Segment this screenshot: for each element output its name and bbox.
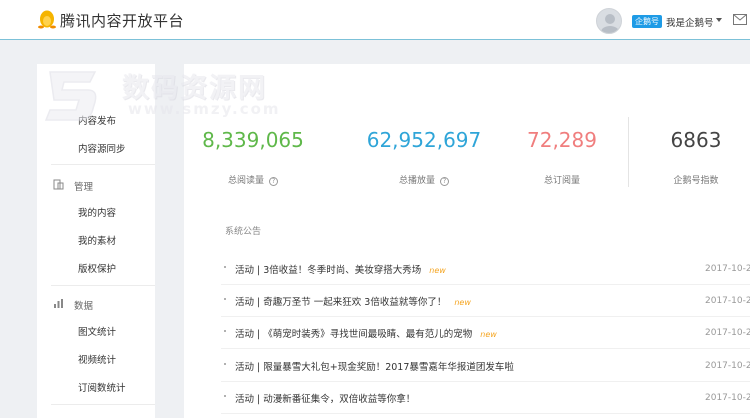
chevron-down-icon[interactable] — [716, 18, 722, 22]
user-avatar-icon — [601, 14, 619, 33]
stat-penguin-index-value: 6863 — [670, 128, 722, 152]
sidebar-item-video-stats[interactable]: 视频统计 — [78, 352, 116, 366]
top-header: 腾讯内容开放平台 企鹅号 我是企鹅号 — [0, 0, 750, 40]
avatar[interactable] — [596, 8, 622, 34]
sidebar-item-copyright[interactable]: 版权保护 — [78, 261, 116, 275]
sidebar: 内容发布 内容源同步 管理 我的内容 我的素材 版权保护 数据 图文统计 视频统… — [37, 64, 155, 418]
sidebar-divider — [51, 404, 155, 405]
notice-item[interactable]: 活动 | 奇趣万圣节 一起来狂欢 3倍收益就等你了！ new 2017-10-24 — [221, 285, 750, 317]
bullet-dot — [224, 395, 226, 397]
notice-text[interactable]: 活动 | 动漫新番征集令，双倍收益等你拿！ — [235, 391, 415, 405]
stat-label-text: 总阅读量 — [227, 176, 264, 186]
stat-penguin-index-label: 企鹅号指数 — [673, 176, 719, 186]
account-type-badge: 企鹅号 — [632, 15, 662, 28]
main-panel: 8,339,065 总阅读量? 62,952,697 总播放量? 72,289 … — [184, 64, 750, 418]
notice-text[interactable]: 活动 | 限量暴雪大礼包+现金奖励！2017暴雪嘉年华报道团发车啦 — [235, 359, 514, 373]
notice-date: 2017-10-23 — [705, 361, 750, 371]
sidebar-item-sync[interactable]: 内容源同步 — [78, 141, 126, 155]
stat-total-reads-value: 8,339,065 — [202, 128, 304, 152]
help-icon[interactable]: ? — [269, 177, 278, 186]
stat-total-plays-value: 62,952,697 — [366, 128, 482, 152]
sidebar-item-subscriber-stats[interactable]: 订阅数统计 — [78, 380, 126, 394]
notice-item[interactable]: 活动 | 《萌宠时装秀》寻找世间最吸睛、最有范儿的宠物 new 2017-10-2… — [221, 317, 750, 349]
notices-title: 系统公告 — [225, 227, 262, 237]
notice-date: 2017-10-20 — [705, 393, 750, 403]
help-icon[interactable]: ? — [440, 177, 449, 186]
new-badge: new — [454, 298, 471, 307]
sidebar-item-article-stats[interactable]: 图文统计 — [78, 324, 116, 338]
new-badge: new — [429, 266, 446, 275]
sidebar-item-publish[interactable]: 内容发布 — [78, 113, 116, 127]
notice-date: 2017-10-25 — [705, 264, 750, 274]
notice-date: 2017-10-24 — [705, 296, 750, 306]
notice-item[interactable]: 活动 | 动漫新番征集令，双倍收益等你拿！ 2017-10-20 — [221, 382, 750, 414]
stat-label-text: 总播放量 — [398, 176, 435, 186]
bullet-dot — [224, 363, 226, 365]
bullet-dot — [224, 298, 226, 300]
stat-total-plays-label: 总播放量? — [354, 173, 494, 186]
bar-chart-icon — [54, 299, 63, 308]
notice-text[interactable]: 活动 | 《萌宠时装秀》寻找世间最吸睛、最有范儿的宠物 new — [235, 326, 497, 340]
sidebar-group-data: 数据 — [74, 301, 94, 312]
bullet-dot — [224, 266, 226, 268]
account-name[interactable]: 我是企鹅号 — [666, 15, 714, 29]
notice-text-content[interactable]: 活动 | 动漫新番征集令，双倍收益等你拿！ — [235, 394, 415, 405]
notice-text[interactable]: 活动 | 奇趣万圣节 一起来狂欢 3倍收益就等你了！ new — [235, 294, 471, 308]
sidebar-item-my-assets[interactable]: 我的素材 — [78, 233, 116, 247]
mail-icon[interactable] — [733, 14, 747, 25]
stat-total-reads-label: 总阅读量? — [183, 173, 323, 186]
notice-text[interactable]: 活动 | 3倍收益！冬季时尚、美妆穿搭大秀场 new — [235, 262, 446, 276]
notice-item[interactable]: 活动 | 限量暴雪大礼包+现金奖励！2017暴雪嘉年华报道团发车啦 2017-1… — [221, 350, 750, 382]
notice-text-content[interactable]: 活动 | 《萌宠时装秀》寻找世间最吸睛、最有范儿的宠物 — [235, 329, 472, 340]
sidebar-divider — [51, 164, 155, 165]
notice-text-content[interactable]: 活动 | 奇趣万圣节 一起来狂欢 3倍收益就等你了！ — [235, 297, 446, 308]
bullet-dot — [224, 330, 226, 332]
notice-date: 2017-10-24 — [705, 328, 750, 338]
notice-text-content[interactable]: 活动 | 限量暴雪大礼包+现金奖励！2017暴雪嘉年华报道团发车啦 — [235, 362, 514, 373]
brand-title[interactable]: 腾讯内容开放平台 — [60, 10, 184, 31]
stat-total-subscribers-label: 总订阅量 — [543, 176, 580, 186]
sidebar-group-manage: 管理 — [74, 182, 94, 193]
notice-item[interactable]: 活动 | 3倍收益！冬季时尚、美妆穿搭大秀场 new 2017-10-25 — [221, 253, 750, 285]
folder-icon — [53, 179, 64, 190]
stat-total-subscribers-value: 72,289 — [527, 128, 597, 152]
sidebar-divider — [51, 285, 155, 286]
new-badge: new — [480, 330, 497, 339]
sidebar-item-my-content[interactable]: 我的内容 — [78, 205, 116, 219]
notice-text-content[interactable]: 活动 | 3倍收益！冬季时尚、美妆穿搭大秀场 — [235, 265, 421, 276]
penguin-logo-icon[interactable] — [38, 9, 56, 29]
